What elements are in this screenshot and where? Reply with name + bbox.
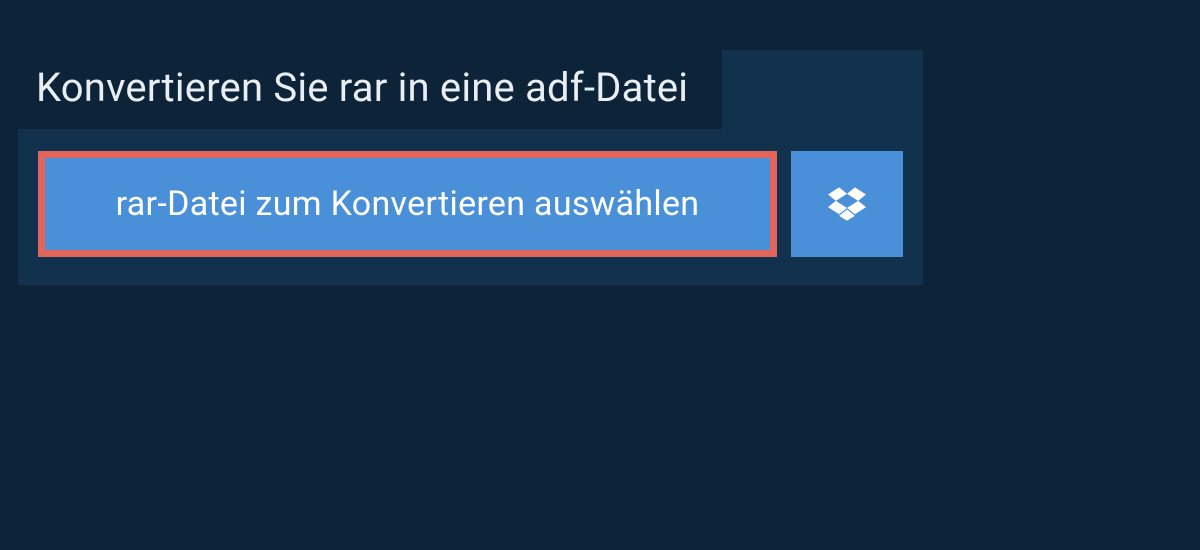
dropbox-icon bbox=[828, 187, 866, 221]
converter-panel: Konvertieren Sie rar in eine adf-Datei r… bbox=[18, 50, 923, 285]
page-title: Konvertieren Sie rar in eine adf-Datei bbox=[36, 64, 688, 111]
select-file-button[interactable]: rar-Datei zum Konvertieren auswählen bbox=[38, 151, 777, 257]
heading-container: Konvertieren Sie rar in eine adf-Datei bbox=[18, 50, 722, 129]
dropbox-button[interactable] bbox=[791, 151, 903, 257]
button-row: rar-Datei zum Konvertieren auswählen bbox=[18, 129, 923, 285]
